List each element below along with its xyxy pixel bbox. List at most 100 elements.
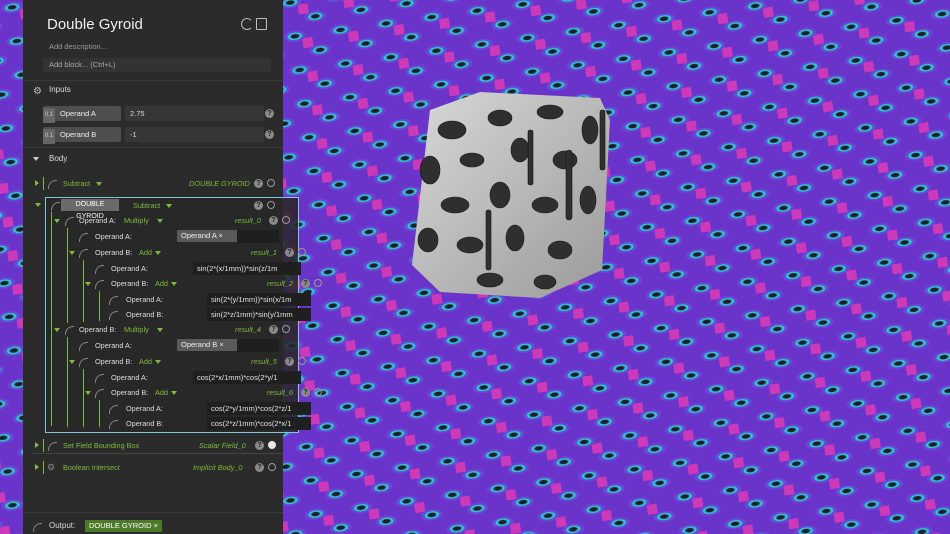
wave-icon — [95, 265, 104, 274]
expression-field[interactable]: cos(2*x/1mm)*cos(2*y/1 — [193, 371, 301, 384]
op-select[interactable]: Multiply — [124, 213, 149, 228]
expression-field[interactable]: sin(2*(x/1mm))*sin(z/1m — [193, 262, 301, 275]
set-field-block[interactable]: Set Field Bounding Box Scalar Field_0 ? — [33, 438, 283, 454]
chevron-down-icon[interactable] — [155, 251, 161, 255]
body-section-header[interactable]: Body — [23, 151, 283, 167]
help-icon[interactable]: ? — [265, 109, 274, 118]
operand-b-add-row[interactable]: Operand B: Add result_6 ? — [83, 385, 323, 400]
help-icon[interactable]: ? — [265, 130, 274, 139]
chevron-down-icon[interactable] — [171, 391, 177, 395]
op-select[interactable]: Add — [155, 276, 168, 291]
operand-b-add-row[interactable]: Operand B: Add result_2 ? — [83, 276, 323, 291]
wave-icon — [48, 180, 57, 189]
operand-b-add-row[interactable]: Operand B: Add result_1 ? — [67, 245, 307, 260]
expression-row: Operand B: cos(2*z/1mm)*cos(2*x/1 — [99, 416, 329, 431]
operand-label: Operand B: — [79, 325, 117, 334]
output-port[interactable] — [282, 216, 290, 224]
collapse-icon — [69, 360, 75, 364]
chevron-down-icon[interactable] — [166, 204, 172, 208]
op-select[interactable]: Subtract — [133, 198, 160, 213]
expression-field[interactable]: cos(2*y/1mm)*cos(2*z/1 — [207, 402, 311, 415]
expression-field[interactable]: sin(2*(y/1mm))*sin(x/1m — [207, 293, 311, 306]
output-port[interactable] — [314, 388, 322, 396]
wave-icon — [109, 420, 118, 429]
input-row: 0.1 Operand A 2.75 ? — [43, 106, 279, 123]
help-icon[interactable]: ? — [255, 463, 264, 472]
op-select[interactable]: Multiply — [124, 322, 149, 337]
help-icon[interactable]: ? — [254, 179, 263, 188]
output-port[interactable] — [298, 357, 306, 365]
expression-field[interactable]: sin(2*z/1mm)*sin(y/1mm — [207, 308, 311, 321]
number-icon: 0.1 — [43, 108, 55, 123]
operand-b-multiply-row[interactable]: Operand B: Multiply result_4 ? — [51, 322, 293, 337]
operand-label: Operand A: — [126, 295, 163, 304]
result-name: result_1 — [251, 248, 277, 257]
output-port[interactable] — [282, 325, 290, 333]
graph-title[interactable]: Double Gyroid — [47, 16, 143, 33]
boolean-icon: ⚙ — [47, 462, 56, 472]
chevron-down-icon[interactable] — [171, 282, 177, 286]
input-tag[interactable]: 0.1 Operand A — [43, 106, 121, 123]
output-port[interactable] — [268, 463, 276, 471]
chevron-down-icon[interactable] — [157, 219, 163, 223]
output-port[interactable] — [314, 279, 322, 287]
expression-row: Operand A: cos(2*x/1mm)*cos(2*y/1 — [83, 370, 313, 385]
help-icon[interactable]: ? — [269, 325, 278, 334]
refresh-icon[interactable] — [241, 18, 253, 30]
inputs-section-header[interactable]: ⚙ Inputs — [23, 82, 283, 98]
operand-chip[interactable]: Operand B × — [177, 339, 239, 351]
output-port[interactable] — [298, 248, 306, 256]
help-icon[interactable]: ? — [285, 248, 294, 257]
operand-b-value-field[interactable]: -1 — [125, 127, 264, 142]
block-name-badge[interactable]: DOUBLE GYROID — [61, 199, 119, 220]
output-port[interactable] — [267, 179, 275, 187]
description-input[interactable]: Add description... — [49, 42, 107, 51]
close-icon[interactable]: × — [219, 231, 223, 240]
divider — [23, 80, 283, 81]
empty-field[interactable] — [237, 339, 279, 352]
chip-label: Operand B — [181, 340, 218, 349]
help-icon[interactable]: ? — [301, 388, 310, 397]
collapse-icon[interactable] — [35, 203, 41, 207]
empty-field[interactable] — [237, 230, 279, 243]
output-name: Implicit Body_0 — [193, 463, 243, 472]
help-icon[interactable]: ? — [301, 279, 310, 288]
help-icon[interactable]: ? — [269, 216, 278, 225]
operand-chip[interactable]: Operand A × — [177, 230, 239, 242]
operand-label: Operand B: — [95, 248, 133, 257]
op-select[interactable]: Add — [155, 385, 168, 400]
inputs-label: Inputs — [49, 85, 71, 94]
expression-field[interactable]: cos(2*z/1mm)*cos(2*x/1 — [207, 417, 311, 430]
chevron-down-icon[interactable] — [157, 328, 163, 332]
operand-a-value-field[interactable]: 2.75 — [125, 106, 264, 121]
operand-label: Operand B: — [126, 419, 164, 428]
operand-a-multiply-row[interactable]: Operand A: Multiply result_0 ? — [51, 213, 293, 228]
collapse-icon — [85, 282, 91, 286]
output-port[interactable] — [268, 441, 276, 449]
help-icon[interactable]: ? — [255, 441, 264, 450]
help-icon[interactable]: ? — [254, 201, 263, 210]
chevron-down-icon[interactable] — [96, 182, 102, 186]
subtract-block[interactable]: Subtract DOUBLE GYROID ? — [33, 176, 275, 191]
close-icon[interactable]: × — [154, 521, 158, 530]
output-port[interactable] — [267, 201, 275, 209]
operand-b-add-row[interactable]: Operand B: Add result_5 ? — [67, 354, 307, 369]
expression-row: Operand A: sin(2*(x/1mm))*sin(z/1m — [83, 261, 313, 276]
operand-label: Operand A: — [95, 341, 132, 350]
help-icon[interactable]: ? — [285, 357, 294, 366]
add-block-input[interactable]: Add block... (Ctrl+L) — [43, 58, 271, 72]
expression-row: Operand A: sin(2*(y/1mm))*sin(x/1m — [99, 292, 329, 307]
collapse-icon — [54, 328, 60, 332]
op-select[interactable]: Add — [139, 354, 152, 369]
input-tag[interactable]: 0.1 Operand B — [43, 127, 121, 144]
output-chip[interactable]: DOUBLE GYROID × — [85, 520, 162, 532]
boolean-intersect-block[interactable]: ⚙ Boolean Intersect Implicit Body_0 ? — [33, 460, 283, 475]
wave-icon — [65, 326, 74, 335]
expand-icon — [35, 464, 39, 470]
chevron-down-icon[interactable] — [155, 360, 161, 364]
close-icon[interactable]: × — [219, 340, 223, 349]
wave-icon — [79, 249, 88, 258]
set-field-label: Set Field Bounding Box — [63, 441, 140, 450]
copy-icon[interactable] — [256, 18, 267, 30]
op-select[interactable]: Add — [139, 245, 152, 260]
